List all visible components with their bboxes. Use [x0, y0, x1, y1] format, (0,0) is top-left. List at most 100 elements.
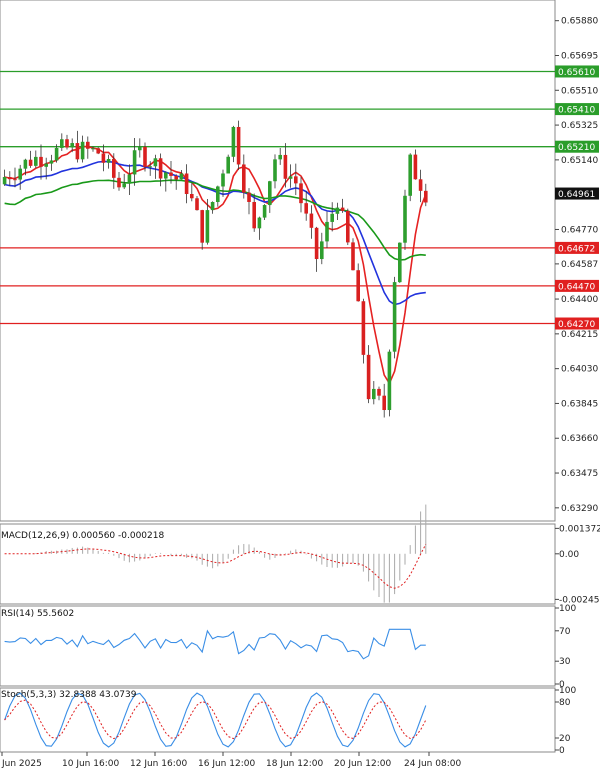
candle: [153, 154, 158, 179]
candle: [382, 383, 386, 418]
candle: [2, 169, 7, 186]
candle: [346, 208, 350, 246]
current-price-label: 0.64961: [558, 190, 595, 200]
candle: [366, 345, 371, 404]
candle: [377, 386, 381, 401]
candle: [320, 232, 324, 265]
rsi-panel-frame: [0, 605, 556, 687]
indicator-tick-label: 30: [559, 657, 571, 667]
price-tick-label: 0.64400: [561, 295, 598, 305]
candle: [252, 193, 256, 232]
macd-signal-line: [4, 544, 427, 589]
candle: [200, 209, 204, 250]
candle: [304, 191, 308, 221]
price-axis: 0.65880 0.65695 0.65510 0.65325 0.65140 0.649…: [555, 17, 598, 514]
candle: [18, 164, 22, 190]
macd-panel: 0.0013720.00-0.002459: [4, 504, 600, 605]
candle: [356, 263, 360, 302]
resistance-badge-label: 0.65610: [558, 68, 595, 78]
price-tick-label: 0.65140: [561, 156, 598, 166]
candle: [226, 154, 230, 174]
candle: [195, 196, 199, 211]
candle: [288, 164, 293, 188]
candle: [190, 182, 194, 202]
candle: [138, 138, 142, 158]
price-tick-label: 0.65695: [561, 51, 598, 61]
candle: [65, 134, 69, 150]
candle: [86, 136, 90, 159]
candle: [340, 198, 345, 213]
candle: [262, 204, 267, 221]
candle: [372, 381, 376, 405]
candle: [398, 242, 402, 283]
candle: [39, 144, 43, 180]
candle: [184, 164, 189, 204]
price-tick-label: 0.65510: [561, 86, 598, 96]
candle: [164, 171, 168, 192]
price-tick-label: 0.65880: [561, 17, 598, 27]
price-tick-label: 0.64770: [561, 225, 598, 235]
price-tick-label: 0.64215: [561, 330, 598, 340]
resistance-badge-label: 0.65410: [558, 106, 595, 116]
candle: [106, 154, 111, 169]
candle: [268, 180, 272, 213]
candle: [49, 154, 54, 171]
candle: [351, 238, 355, 271]
candle: [216, 185, 220, 207]
price-tick-label: 0.63290: [561, 504, 598, 514]
candle: [361, 298, 366, 364]
price-tick-label: 0.64587: [561, 260, 598, 270]
time-axis: Jun 2025 10 Jun 16:00 12 Jun 16:00 16 Jun 1…: [1, 752, 461, 769]
candle: [413, 149, 418, 180]
candle: [330, 202, 334, 232]
price-tick-label: 0.64030: [561, 365, 598, 375]
candle: [122, 173, 126, 190]
candle: [314, 226, 319, 272]
stoch-d-line: [4, 699, 427, 740]
candle: [418, 169, 423, 203]
candle: [299, 176, 303, 213]
candle: [294, 163, 298, 196]
forex-chart: 0.65880 0.65695 0.65510 0.65325 0.65140 0.649…: [0, 0, 600, 769]
time-tick-label: 12 Jun 16:00: [130, 759, 187, 769]
candle: [8, 171, 12, 186]
candle: [210, 201, 215, 214]
indicator-tick-label: 0: [559, 746, 565, 756]
resistance-badge-label: 0.65210: [558, 143, 595, 153]
candle: [335, 202, 340, 220]
support-badge-label: 0.64672: [558, 244, 595, 254]
price-tick-label: 0.63660: [561, 434, 598, 444]
rsi-panel: 10070300: [4, 604, 576, 690]
candle: [127, 164, 132, 195]
time-tick-label: 20 Jun 12:00: [334, 759, 391, 769]
candle: [408, 153, 412, 202]
candle: [273, 154, 277, 189]
candle: [174, 174, 178, 190]
macd-label: MACD(12,26,9) 0.000560 -0.000218: [1, 531, 164, 541]
time-tick-label: 10 Jun 16:00: [62, 759, 119, 769]
indicator-tick-label: 0.00: [559, 550, 579, 560]
price-tick-label: 0.63845: [561, 399, 598, 409]
rsi-line: [4, 628, 426, 660]
price-tick-label: 0.63475: [561, 469, 598, 479]
time-tick-label: 18 Jun 12:00: [266, 759, 323, 769]
candle: [325, 211, 329, 249]
candle: [242, 154, 246, 199]
candle: [392, 276, 397, 359]
mid-ma-line: [4, 160, 426, 306]
indicator-tick-label: 20: [559, 734, 571, 744]
candle: [257, 216, 262, 240]
candle: [221, 169, 225, 197]
support-badge-label: 0.64470: [558, 282, 595, 292]
candle: [179, 170, 184, 180]
time-tick-label: Jun 2025: [1, 759, 42, 769]
level-badges: 0.65610 0.65410 0.65210 0.64672 0.64470 0.642…: [555, 65, 599, 330]
candle: [60, 133, 64, 151]
candle: [278, 147, 282, 165]
indicator-tick-label: 0.001372: [559, 524, 600, 534]
price-tick-label: 0.65325: [561, 121, 598, 131]
candle: [387, 349, 392, 417]
main-panel-frame: [0, 0, 556, 522]
candle: [231, 125, 236, 163]
candle: [424, 183, 428, 207]
